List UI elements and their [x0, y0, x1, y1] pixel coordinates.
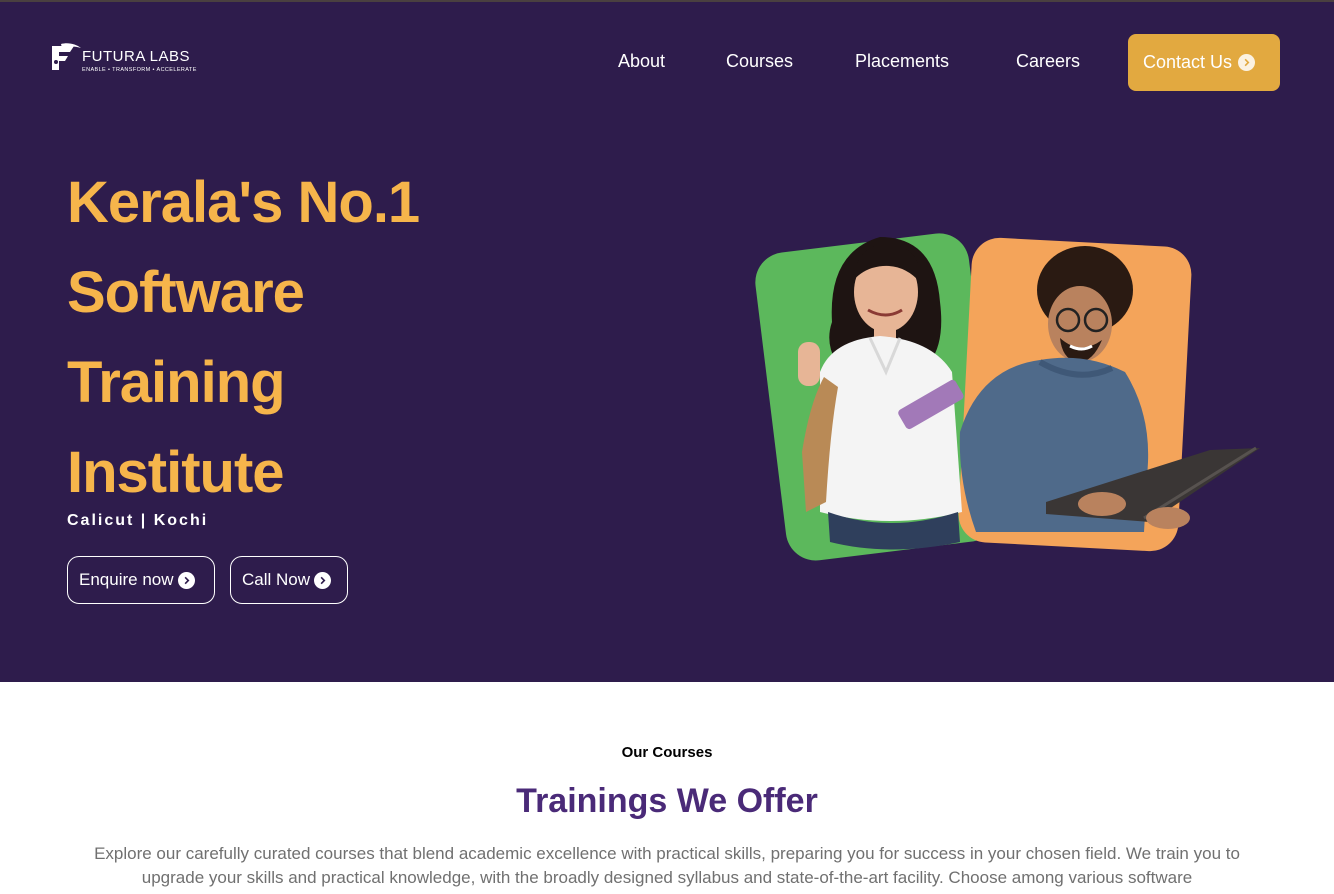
section-eyebrow: Our Courses: [621, 744, 713, 761]
hero-headline-line: Training: [67, 350, 286, 415]
brand-name: FUTURA LABS: [82, 48, 191, 65]
hero-headline-line: Software: [67, 260, 305, 325]
hero-headline-line: Kerala's No.1: [67, 170, 420, 235]
chevron-right-circle-icon: [1238, 54, 1256, 71]
chevron-right-circle-icon: [177, 571, 195, 589]
hero-locations: Calicut | Kochi: [67, 512, 209, 529]
futura-logo-icon: [52, 43, 81, 70]
nav-courses[interactable]: Courses: [726, 47, 793, 75]
nav-placements[interactable]: Placements: [855, 47, 949, 75]
section-title: Trainings We Offer: [516, 782, 818, 820]
section-description: Explore our carefully curated courses th…: [94, 844, 1240, 887]
chevron-right-circle-icon: [314, 571, 332, 589]
hero-headline-line: Institute: [67, 440, 285, 505]
enquire-now-label: Enquire now: [79, 570, 174, 589]
hero-section: FUTURA LABS ENABLE • TRANSFORM • ACCELER…: [0, 2, 1334, 682]
hero-students-illustration: [755, 233, 1260, 561]
brand-logo[interactable]: FUTURA LABS ENABLE • TRANSFORM • ACCELER…: [48, 40, 208, 78]
call-now-label: Call Now: [242, 570, 311, 589]
nav-careers[interactable]: Careers: [1016, 47, 1080, 75]
brand-tagline: ENABLE • TRANSFORM • ACCELERATE: [82, 67, 197, 73]
hero-headline: Kerala's No.1 Software Training Institut…: [67, 158, 497, 518]
nav-about[interactable]: About: [618, 47, 665, 75]
enquire-now-button[interactable]: Enquire now: [67, 556, 215, 604]
contact-us-button[interactable]: Contact Us: [1128, 34, 1280, 91]
call-now-button[interactable]: Call Now: [230, 556, 348, 604]
contact-us-label: Contact Us: [1143, 52, 1233, 72]
